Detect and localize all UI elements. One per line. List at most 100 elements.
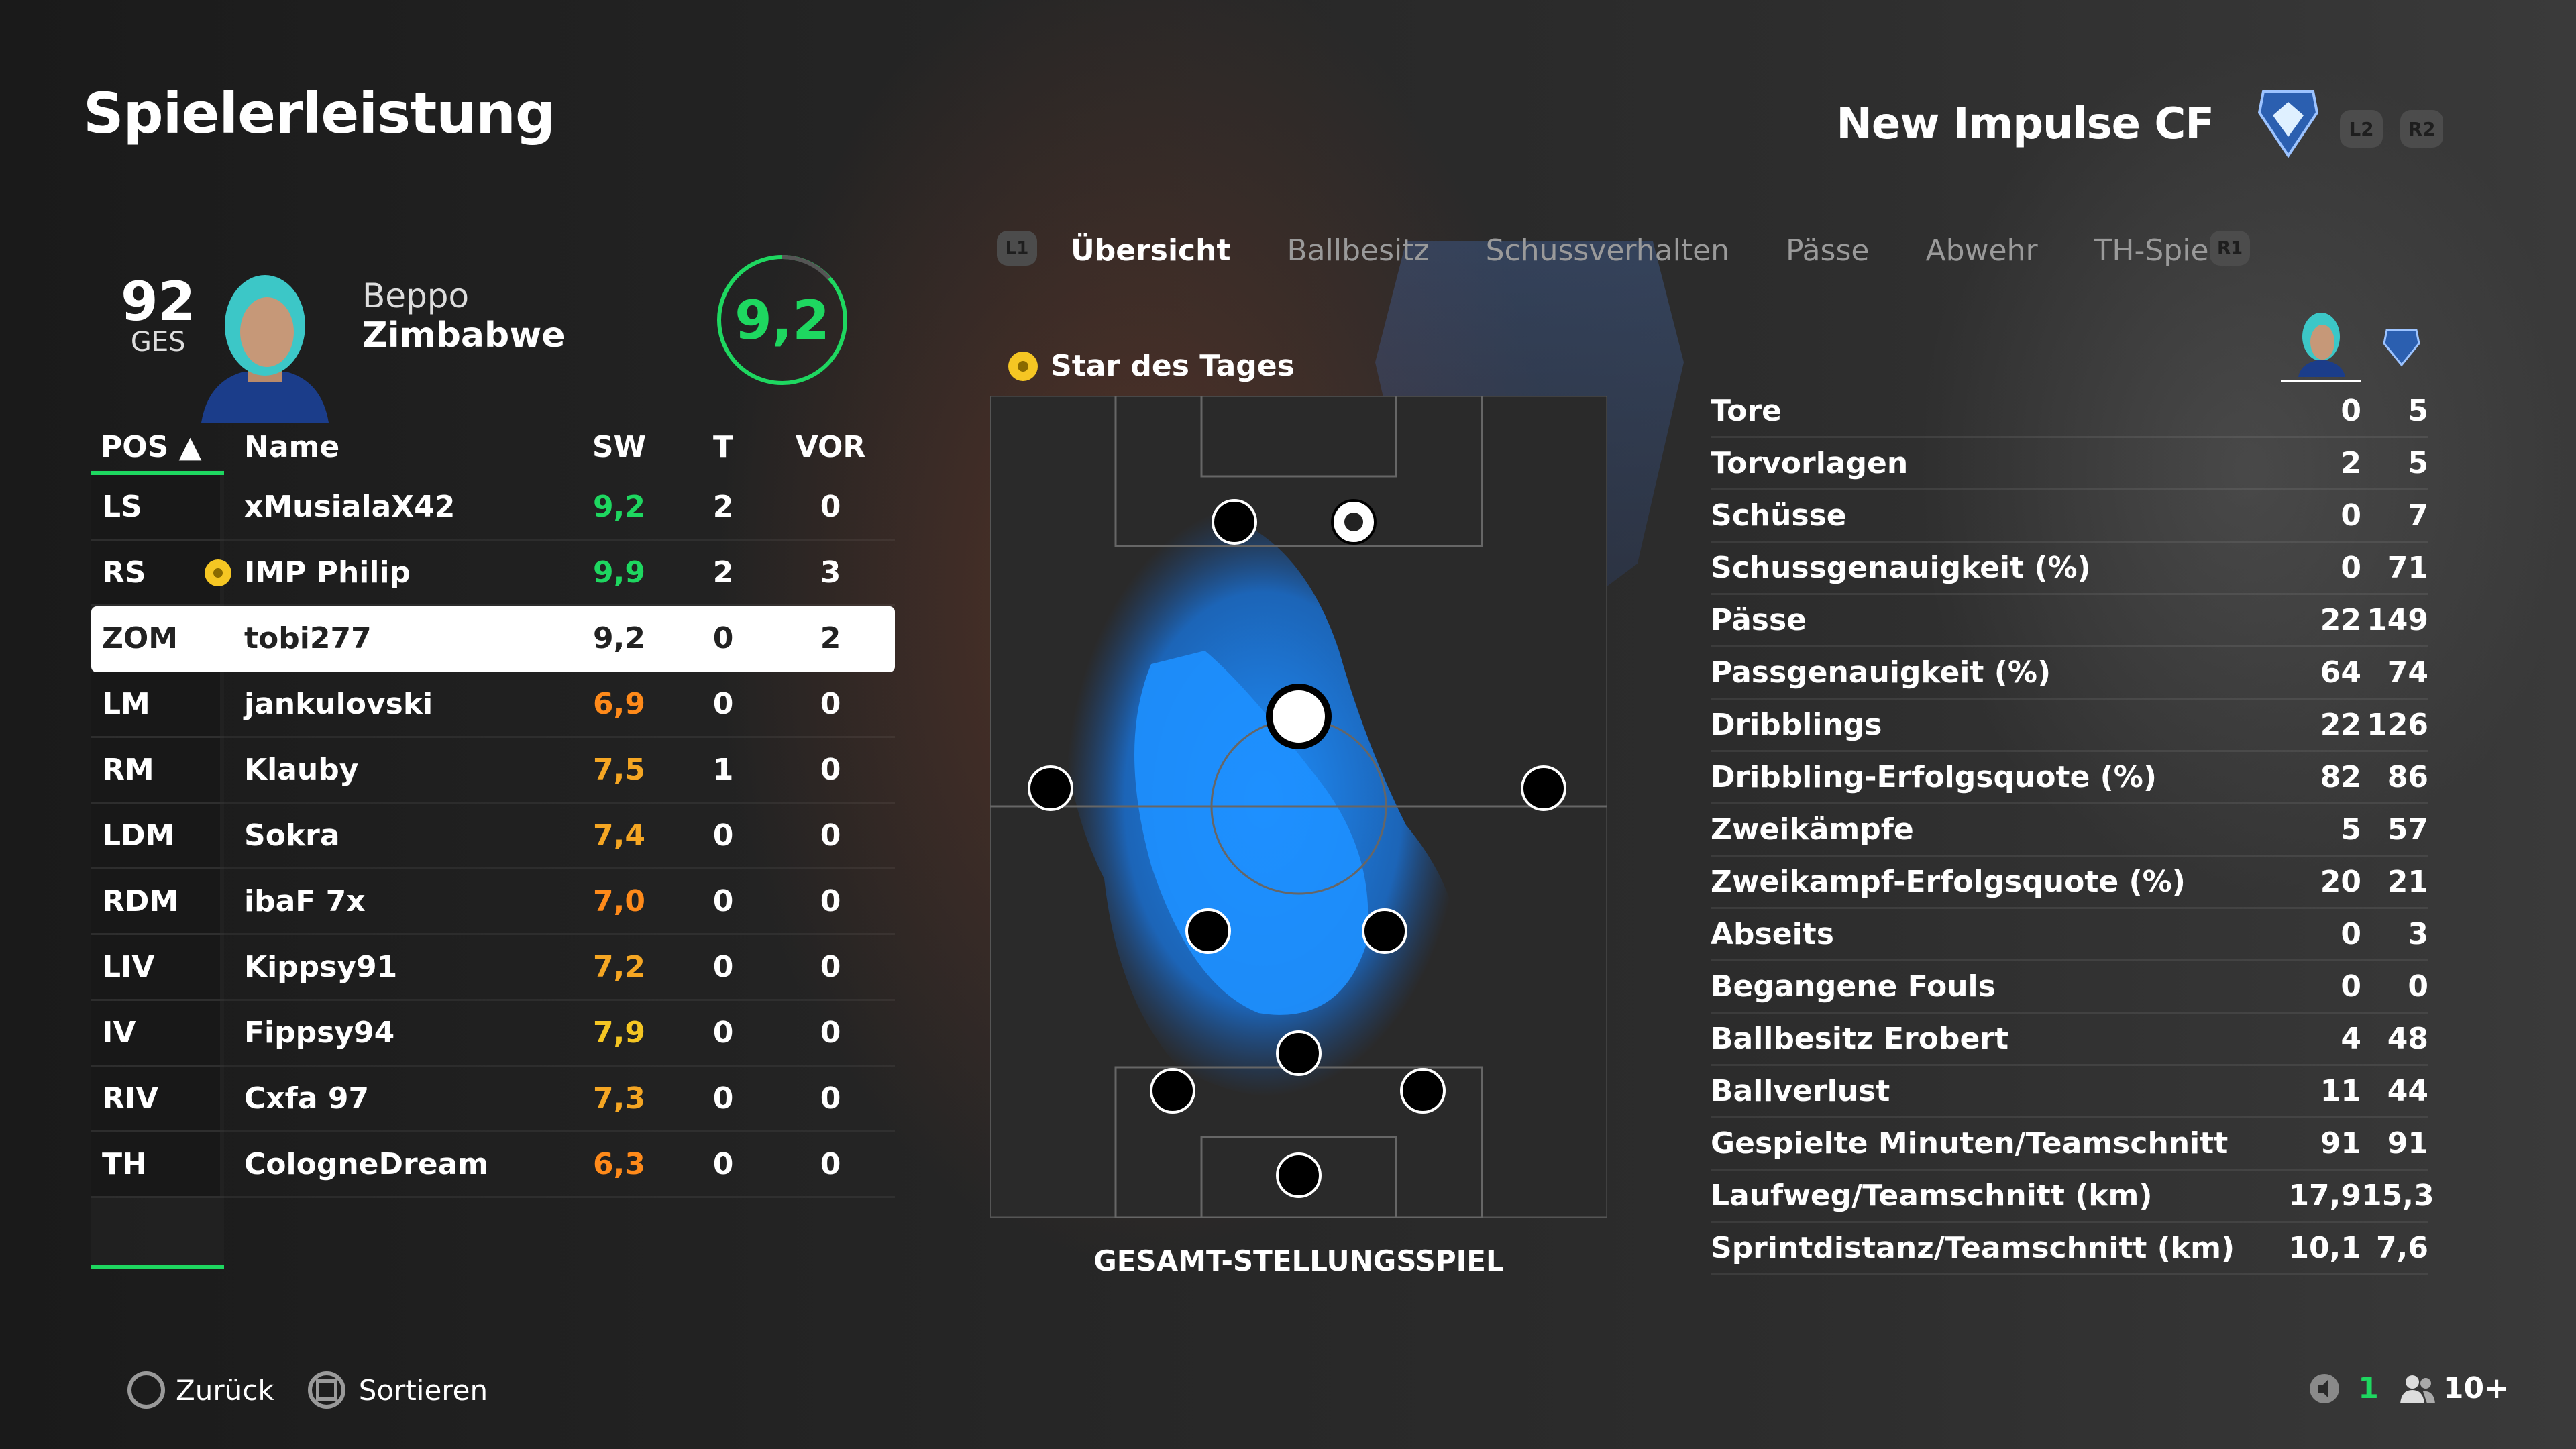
table-row[interactable]: RS IMP Philip 9,9 2 3 (91, 541, 895, 606)
star-of-day-label: Star des Tages (1006, 349, 1295, 383)
row-name: Klauby (244, 753, 359, 787)
stat-team-value: 15,3 (2361, 1179, 2434, 1213)
stat-label: Laufweg/Teamschnitt (km) (1711, 1179, 2153, 1213)
table-row[interactable]: RDM ibaF 7x 7,0 0 0 (91, 869, 895, 935)
r1-button[interactable]: R1 (2210, 231, 2250, 266)
back-button[interactable]: Zurück (127, 1371, 274, 1409)
stat-team-value: 57 (2387, 812, 2428, 847)
row-name: IMP Philip (205, 555, 569, 590)
star-of-day-text: Star des Tages (1051, 349, 1295, 383)
stat-team-value: 0 (2408, 969, 2428, 1004)
player-overall: 92 GES (121, 275, 195, 356)
tab-th-spiel[interactable]: TH-Spiel (2094, 233, 2217, 268)
stat-team-value: 149 (2367, 603, 2428, 637)
page-title: Spielerleistung (83, 80, 555, 146)
tab-ballbesitz[interactable]: Ballbesitz (1287, 233, 1429, 268)
col-vor-header[interactable]: VOR (777, 430, 884, 464)
table-row[interactable]: IV Fippsy94 7,9 0 0 (91, 1001, 895, 1067)
table-row[interactable]: LM jankulovski 6,9 0 0 (91, 672, 895, 738)
table-header: POS ▲ Name SW T VOR (91, 423, 895, 471)
sort-button[interactable]: Sortieren (307, 1371, 488, 1409)
stat-team-value: 74 (2387, 655, 2428, 690)
row-rating: 7,4 (593, 818, 645, 853)
tab-uebersicht[interactable]: Übersicht (1071, 233, 1230, 268)
users-icon (2400, 1375, 2435, 1403)
col-name-header[interactable]: Name (220, 430, 569, 464)
row-rating: 7,5 (593, 753, 645, 787)
row-name: Fippsy94 (244, 1016, 395, 1050)
tab-schussverhalten[interactable]: Schussverhalten (1486, 233, 1729, 268)
tab-abwehr[interactable]: Abwehr (1925, 233, 2037, 268)
stat-team-value: 126 (2367, 708, 2428, 742)
stat-label: Ballverlust (1711, 1074, 1890, 1108)
stat-team-value: 7 (2408, 498, 2428, 533)
team-name: New Impulse CF (1836, 99, 2214, 149)
star-ball-icon (205, 559, 231, 586)
row-rating: 7,3 (593, 1081, 645, 1116)
stat-label: Begangene Fouls (1711, 969, 1996, 1004)
row-name: Sokra (244, 818, 340, 853)
table-row[interactable]: RM Klauby 7,5 1 0 (91, 738, 895, 804)
table-row[interactable]: RIV Cxfa 97 7,3 0 0 (91, 1067, 895, 1132)
row-name: ibaF 7x (244, 884, 366, 918)
stat-row: Ballverlust 11 44 (1711, 1066, 2428, 1118)
col-sw-header[interactable]: SW (569, 430, 669, 464)
row-rating: 6,9 (593, 687, 645, 721)
r2-button[interactable]: R2 (2400, 110, 2443, 148)
row-assists: 0 (820, 1016, 841, 1050)
table-row[interactable]: TH CologneDream 6,3 0 0 (91, 1132, 895, 1198)
stat-team-value: 5 (2408, 394, 2428, 428)
stat-row: Zweikampf-Erfolgsquote (%) 20 21 (1711, 857, 2428, 909)
stat-player-value: 5 (2341, 812, 2361, 847)
stat-player-value: 0 (2341, 394, 2361, 428)
stat-row: Sprintdistanz/Teamschnitt (km) 10,1 7,6 (1711, 1223, 2428, 1275)
stat-label: Zweikämpfe (1711, 812, 1914, 847)
sort-label: Sortieren (358, 1373, 488, 1407)
stat-row: Abseits 0 3 (1711, 909, 2428, 961)
row-assists: 2 (820, 621, 841, 655)
row-assists: 0 (820, 818, 841, 853)
row-rating: 7,0 (593, 884, 645, 918)
stat-player-value: 2 (2341, 446, 2361, 480)
row-assists: 0 (820, 950, 841, 984)
stat-row: Pässe 22 149 (1711, 595, 2428, 647)
table-row[interactable]: LDM Sokra 7,4 0 0 (91, 804, 895, 869)
l2-button[interactable]: L2 (2340, 110, 2383, 148)
stat-team-value: 7,6 (2376, 1231, 2428, 1265)
l1-button[interactable]: L1 (997, 231, 1037, 266)
stat-row: Laufweg/Teamschnitt (km) 17,9 15,3 (1711, 1171, 2434, 1223)
tab-paesse[interactable]: Pässe (1786, 233, 1869, 268)
player-last-name: Zimbabwe (362, 315, 566, 356)
col-pos-header[interactable]: POS ▲ (91, 430, 220, 464)
stat-row: Passgenauigkeit (%) 64 74 (1711, 647, 2428, 700)
stat-row: Ballbesitz Erobert 4 48 (1711, 1014, 2428, 1066)
stat-row: Torvorlagen 2 5 (1711, 438, 2428, 490)
table-row[interactable]: LS xMusialaX42 9,2 2 0 (91, 475, 895, 541)
table-row[interactable]: LIV Kippsy91 7,2 0 0 (91, 935, 895, 1001)
row-pos: RIV (91, 1067, 220, 1130)
row-assists: 0 (820, 753, 841, 787)
stat-row: Tore 0 5 (1711, 386, 2428, 438)
stat-team-value: 71 (2387, 551, 2428, 585)
back-label: Zurück (176, 1373, 274, 1407)
selected-player-marker (1266, 684, 1332, 749)
stat-label: Abseits (1711, 917, 1834, 951)
stat-label: Sprintdistanz/Teamschnitt (km) (1711, 1231, 2235, 1265)
row-pos: RM (91, 738, 220, 802)
overall-value: 92 (121, 270, 196, 333)
col-t-header[interactable]: T (669, 430, 777, 464)
stat-player-value: 64 (2320, 655, 2361, 690)
square-button-icon (307, 1371, 345, 1409)
table-footer-line (91, 1265, 224, 1269)
stat-player-value: 11 (2320, 1074, 2361, 1108)
stat-row: Dribblings 22 126 (1711, 700, 2428, 752)
stats-table: Tore 0 5 Torvorlagen 2 5 Schüsse 0 7 Schussgenaui… (1711, 386, 2434, 1275)
row-rating: 9,2 (593, 490, 645, 524)
stat-player-value: 0 (2341, 551, 2361, 585)
stat-label: Pässe (1711, 603, 1807, 637)
table-row[interactable]: ZOM tobi277 9,2 0 2 (91, 606, 895, 672)
stat-label: Schüsse (1711, 498, 1847, 533)
row-goals: 2 (712, 555, 734, 590)
row-pos: LDM (91, 804, 220, 867)
row-rating: 9,2 (593, 621, 645, 655)
